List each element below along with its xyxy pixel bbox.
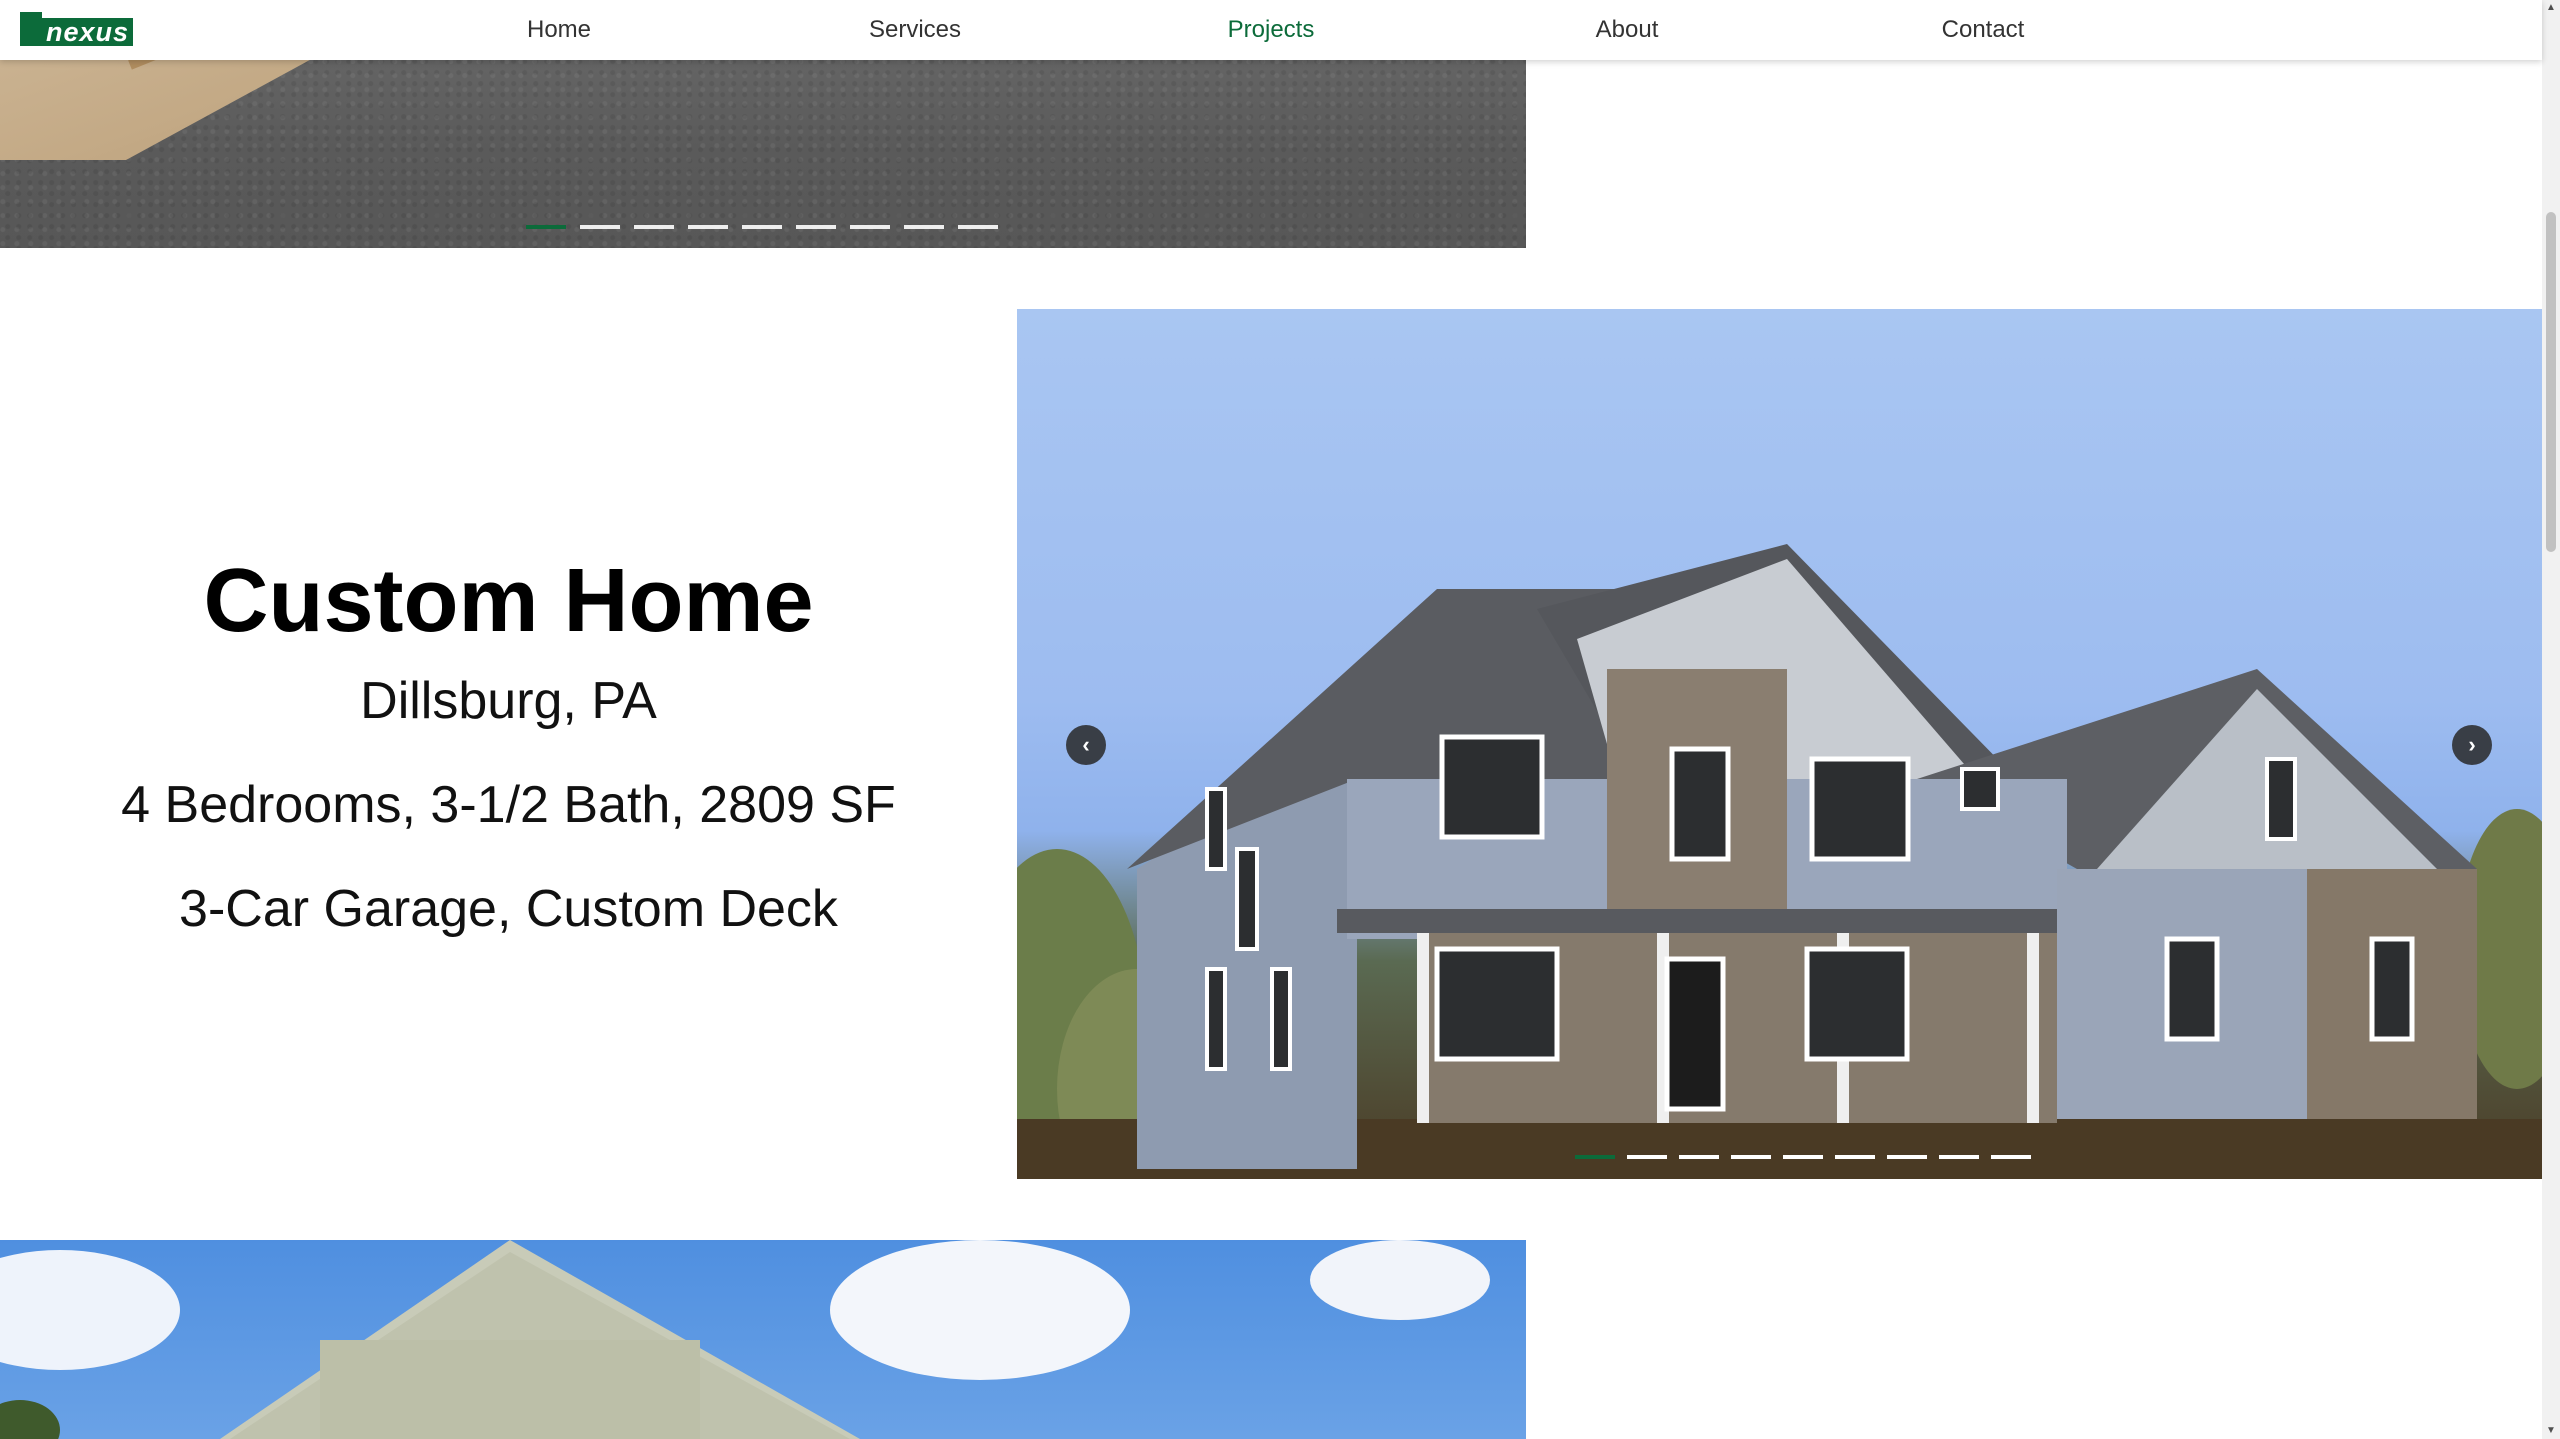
page-scrollbar[interactable]: ▲ ▼ — [2542, 0, 2560, 1439]
nav-contact[interactable]: Contact — [1923, 0, 2043, 60]
project-image-slider[interactable]: ‹ › — [1017, 309, 2543, 1179]
slider-dot[interactable] — [796, 225, 836, 229]
slider-dot[interactable] — [526, 225, 566, 229]
project-info: Custom Home Dillsburg, PA 4 Bedrooms, 3-… — [0, 310, 1017, 1178]
project-specs: 4 Bedrooms, 3-1/2 Bath, 2809 SF — [121, 775, 896, 834]
scroll-up-icon[interactable]: ▲ — [2542, 0, 2560, 16]
next-project-slider[interactable] — [0, 1240, 1526, 1439]
nav-about[interactable]: About — [1567, 0, 1687, 60]
project-location: Dillsburg, PA — [360, 671, 657, 730]
top-slider-dots — [526, 225, 998, 229]
nexus-logo: nexus — [20, 12, 134, 46]
house-photo — [1017, 544, 2543, 1179]
slider-dot[interactable] — [904, 225, 944, 229]
logo-link[interactable]: nexus — [20, 12, 134, 46]
slider-dot[interactable] — [688, 225, 728, 229]
slider-next-button[interactable]: › — [2452, 725, 2492, 765]
slider-dot[interactable] — [742, 225, 782, 229]
next-project-photo — [0, 1240, 1490, 1439]
nav-home[interactable]: Home — [499, 0, 619, 60]
chevron-left-icon: ‹ — [1082, 732, 1090, 757]
nav-projects[interactable]: Projects — [1211, 0, 1331, 60]
main-slider-dots — [1575, 1155, 2031, 1159]
logo-text: nexus — [42, 18, 134, 46]
site-header: nexus Home Services Projects About Conta… — [0, 0, 2542, 60]
slider-prev-button[interactable]: ‹ — [1066, 725, 1106, 765]
project-title: Custom Home — [203, 550, 814, 651]
chevron-right-icon: › — [2468, 732, 2476, 757]
scroll-thumb[interactable] — [2546, 212, 2556, 552]
scroll-down-icon[interactable]: ▼ — [2542, 1423, 2560, 1439]
project-features: 3-Car Garage, Custom Deck — [179, 879, 838, 938]
nav-services[interactable]: Services — [855, 0, 975, 60]
slider-dot[interactable] — [634, 225, 674, 229]
slider-dot[interactable] — [850, 225, 890, 229]
slider-dot[interactable] — [958, 225, 998, 229]
slider-dot[interactable] — [580, 225, 620, 229]
